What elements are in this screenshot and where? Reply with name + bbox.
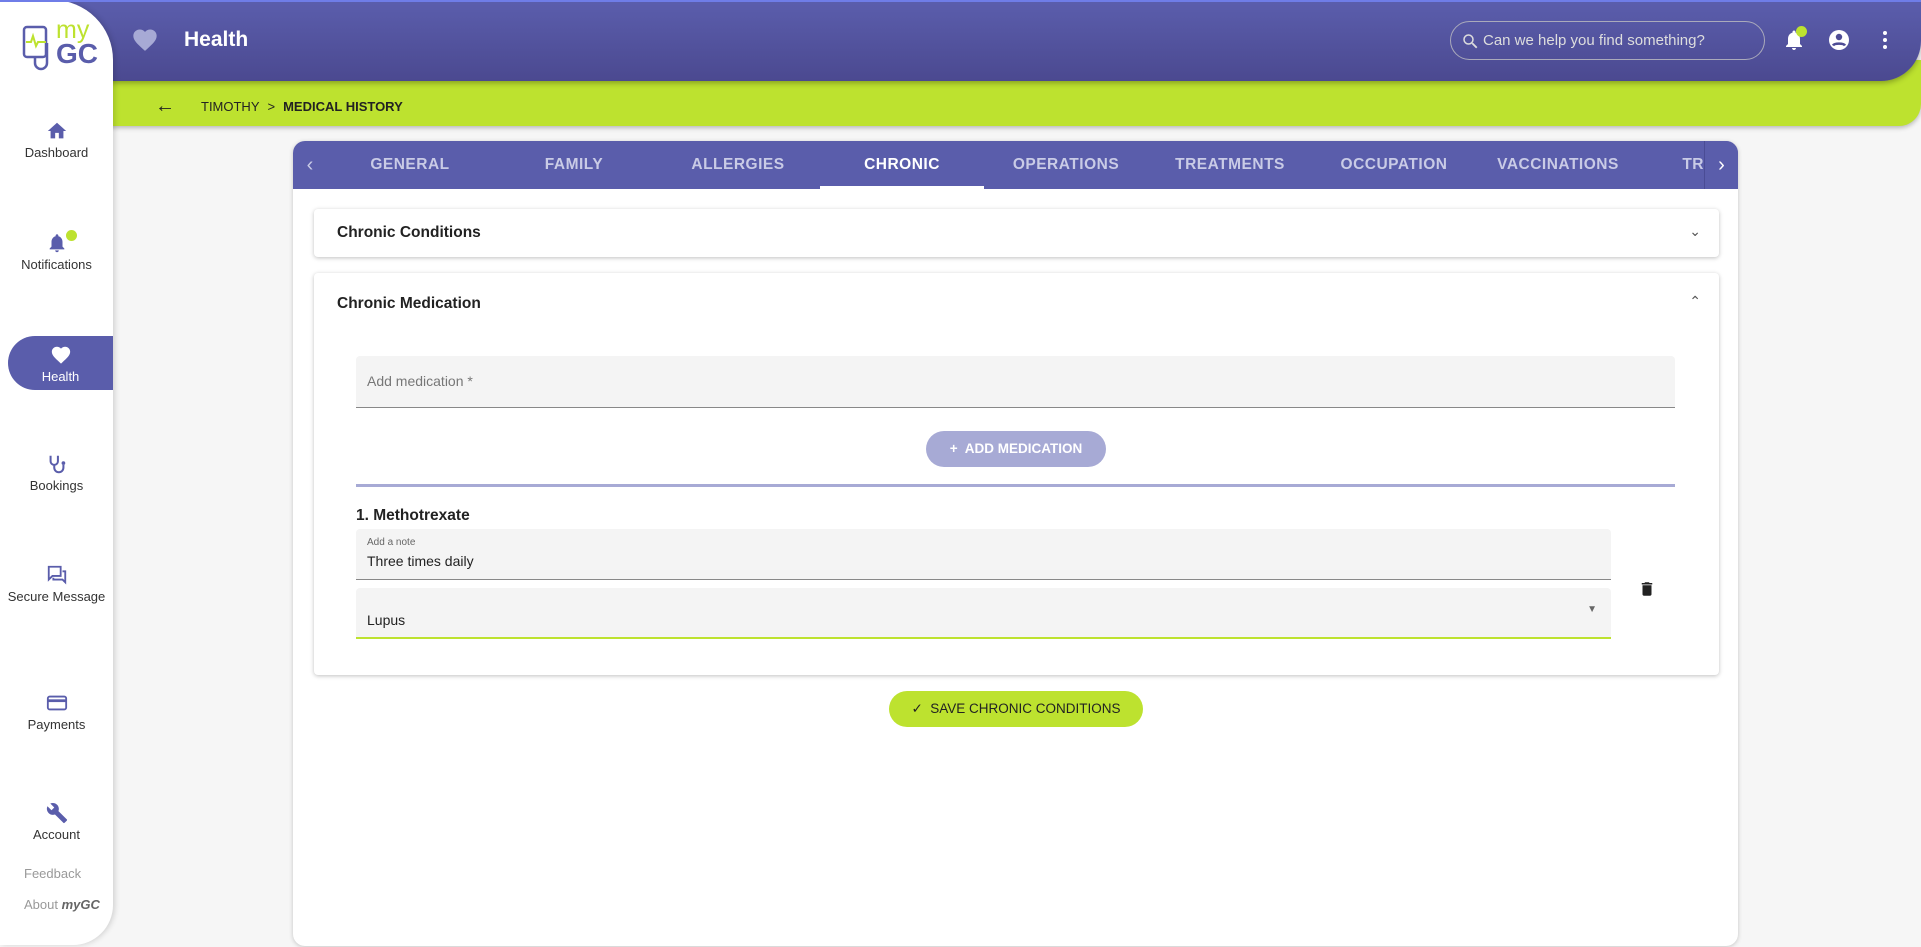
sidebar-item-secure-message[interactable]: Secure Message <box>0 564 113 604</box>
tab-bar: ‹ GENERAL FAMILY ALLERGIES CHRONIC OPERA… <box>293 141 1738 189</box>
chronic-conditions-panel[interactable]: Chronic Conditions ⌄ <box>314 209 1719 257</box>
back-arrow-icon[interactable]: ← <box>155 95 175 118</box>
save-label: SAVE CHRONIC CONDITIONS <box>930 701 1121 716</box>
add-medication-label: ADD MEDICATION <box>964 441 1083 456</box>
more-vert-icon[interactable] <box>1873 28 1897 52</box>
feedback-link[interactable]: Feedback <box>24 866 81 881</box>
note-input[interactable]: Add a note Three times daily <box>356 529 1611 580</box>
search-icon <box>1463 34 1478 49</box>
dropdown-arrow-icon: ▼ <box>1587 604 1597 615</box>
sidebar-item-notifications[interactable]: Notifications <box>0 232 113 272</box>
stethoscope-phone-icon <box>22 25 49 71</box>
tab-family[interactable]: FAMILY <box>492 141 656 189</box>
breadcrumb: ← TIMOTHY > MEDICAL HISTORY <box>155 95 403 118</box>
sidebar-item-bookings[interactable]: Bookings <box>0 453 113 493</box>
home-icon <box>47 122 66 139</box>
search-input[interactable]: Can we help you find something? <box>1450 21 1765 60</box>
sidebar: my GC Dashboard Notifications Health Boo… <box>0 0 113 945</box>
condition-value: Lupus <box>367 612 406 628</box>
tab-allergies[interactable]: ALLERGIES <box>656 141 820 189</box>
sidebar-item-label: Dashboard <box>24 145 89 160</box>
wrench-icon <box>46 803 67 824</box>
tab-chronic[interactable]: CHRONIC <box>820 141 984 189</box>
tab-scroll-right-icon[interactable]: › <box>1704 141 1738 189</box>
note-value: Three times daily <box>367 553 474 569</box>
check-icon: ✓ <box>911 701 923 716</box>
sidebar-item-dashboard[interactable]: Dashboard <box>0 120 113 160</box>
tab-treatments[interactable]: TREATMENTS <box>1148 141 1312 189</box>
sidebar-item-label: Payments <box>27 717 86 732</box>
sidebar-item-account[interactable]: Account <box>0 802 113 842</box>
add-medication-input[interactable]: Add medication * <box>356 356 1675 408</box>
search-placeholder: Can we help you find something? <box>1483 32 1705 49</box>
tab-scroll-left-icon[interactable]: ‹ <box>293 141 327 189</box>
sidebar-item-label: Bookings <box>29 478 84 493</box>
sidebar-item-label: Health <box>41 369 80 384</box>
tab-operations[interactable]: OPERATIONS <box>984 141 1148 189</box>
chevron-up-icon[interactable]: ⌃ <box>1689 293 1701 310</box>
about-link[interactable]: About myGC <box>24 897 100 912</box>
breadcrumb-separator: > <box>267 99 276 114</box>
account-circle-icon[interactable] <box>1827 28 1851 52</box>
condition-select[interactable]: Lupus ▼ <box>356 588 1611 639</box>
window-top-border <box>0 0 1921 2</box>
chronic-medication-panel: Chronic Medication ⌃ Add medication * + … <box>314 273 1719 675</box>
credit-card-icon <box>46 695 67 711</box>
plus-icon: + <box>949 441 958 456</box>
medical-history-card: ‹ GENERAL FAMILY ALLERGIES CHRONIC OPERA… <box>293 141 1738 946</box>
sidebar-item-label: Account <box>33 827 80 842</box>
panel-title: Chronic Conditions <box>337 224 481 241</box>
notifications-badge <box>66 230 77 241</box>
add-medication-placeholder: Add medication * <box>367 373 473 389</box>
divider <box>356 484 1675 487</box>
sidebar-item-health[interactable]: Health <box>8 336 113 390</box>
about-label: About <box>24 897 58 912</box>
page-title: Health <box>184 28 249 51</box>
stethoscope-icon <box>49 455 65 474</box>
notification-badge <box>1796 26 1807 37</box>
app-header: Health Can we help you find something? <box>0 0 1921 81</box>
logo-gc: GC <box>56 38 98 69</box>
sidebar-item-label: Secure Message <box>7 589 106 604</box>
medication-item-title: 1. Methotrexate <box>356 507 470 524</box>
note-label: Add a note <box>367 537 416 548</box>
bell-icon <box>49 234 64 253</box>
save-chronic-conditions-button[interactable]: ✓ SAVE CHRONIC CONDITIONS <box>889 691 1143 727</box>
breadcrumb-current: MEDICAL HISTORY <box>283 99 403 114</box>
heart-icon <box>133 29 157 51</box>
chevron-down-icon[interactable]: ⌄ <box>1689 223 1701 240</box>
sidebar-item-label: Notifications <box>21 257 92 272</box>
tab-general[interactable]: GENERAL <box>328 141 492 189</box>
breadcrumb-parent[interactable]: TIMOTHY <box>201 99 260 114</box>
tab-occupation[interactable]: OCCUPATION <box>1312 141 1476 189</box>
heart-icon <box>51 346 70 364</box>
tab-truncated[interactable]: TR <box>1640 141 1704 189</box>
tab-vaccinations[interactable]: VACCINATIONS <box>1476 141 1640 189</box>
mygc-logo[interactable]: my GC <box>22 16 102 71</box>
add-medication-button[interactable]: + ADD MEDICATION <box>926 431 1106 467</box>
sidebar-item-payments[interactable]: Payments <box>0 692 113 732</box>
about-brand: myGC <box>61 897 100 912</box>
delete-trash-icon[interactable] <box>1638 579 1656 599</box>
panel-title: Chronic Medication <box>337 295 481 312</box>
forum-icon <box>47 565 66 585</box>
